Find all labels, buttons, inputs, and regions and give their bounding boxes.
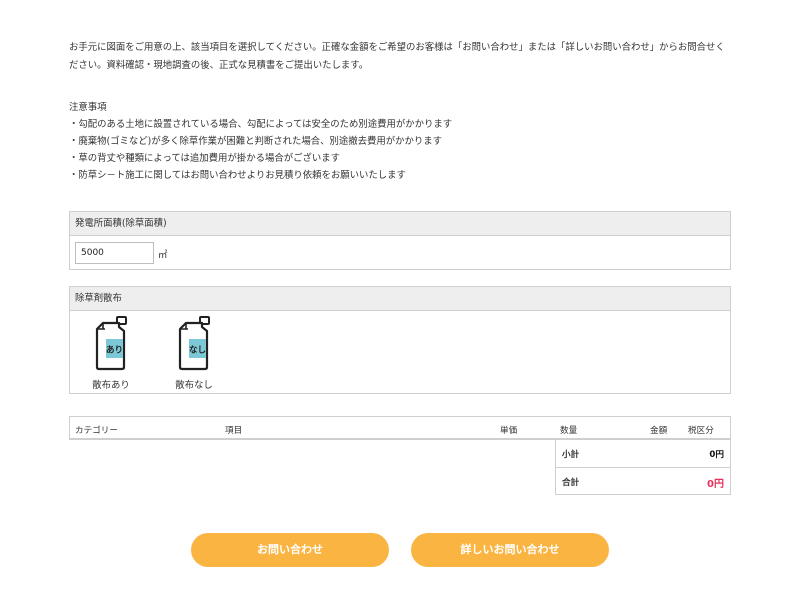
herbicide-options: あり 散布あり なし 散布なし — [70, 311, 730, 393]
herbicide-bottle-icon: なし — [178, 316, 210, 371]
herbicide-label: 除草剤散布 — [70, 287, 730, 311]
note-item: ・草の背丈や種類によっては追加費用が掛かる場合がございます — [69, 153, 340, 164]
totals-box: 小計 0円 合計 0円 — [555, 440, 731, 495]
herbicide-option-yes-label: 散布あり — [92, 380, 130, 391]
total-label: 合計 — [562, 478, 580, 488]
header-category: カテゴリー — [75, 426, 118, 436]
subtotal-label: 小計 — [562, 450, 580, 460]
estimate-table: カテゴリー 項目 単価 数量 金額 税区分 小計 0円 合計 0円 — [69, 416, 731, 495]
area-unit: ㎡ — [158, 250, 168, 261]
note-item: ・防草シ－ト施工に関してはお問い合わせよりお見積り依頼をお願いいたします — [69, 170, 406, 181]
header-item: 項目 — [225, 426, 243, 436]
intro-text: お手元に図面をご用意の上、該当項目を選択してください。正確な金額をご希望のお客様… — [69, 42, 725, 71]
note-item: ・廃棄物(ゴミなど)が多く除草作業が困難と判断された場合、別途撤去費用がかかりま… — [69, 136, 442, 147]
herbicide-option-no[interactable]: なし 散布なし — [165, 315, 223, 391]
subtotal-row: 小計 0円 — [556, 440, 730, 467]
header-amount: 金額 — [650, 426, 668, 436]
contact-button[interactable]: お問い合わせ — [191, 533, 389, 567]
herbicide-panel: 除草剤散布 あり 散布あり なし 散布なし — [69, 286, 731, 394]
subtotal-value: 0円 — [709, 450, 724, 460]
header-tax: 税区分 — [688, 426, 714, 436]
bottle-label-text: なし — [189, 346, 206, 356]
area-body: ㎡ — [70, 236, 730, 269]
notes-section: 注意事項 ・勾配のある土地に設置されている場合、勾配によっては安全のため別途費用… — [69, 99, 733, 184]
total-row: 合計 0円 — [556, 467, 730, 494]
bottle-label-text: あり — [106, 346, 123, 356]
header-unit-price: 単価 — [500, 426, 518, 436]
area-panel: 発電所面積(除草面積) ㎡ — [69, 211, 731, 270]
herbicide-option-no-label: 散布なし — [175, 380, 213, 391]
estimate-header-row: カテゴリー 項目 単価 数量 金額 税区分 — [69, 416, 731, 440]
header-quantity: 数量 — [560, 426, 578, 436]
herbicide-option-yes[interactable]: あり 散布あり — [82, 315, 140, 391]
herbicide-bottle-icon: あり — [95, 316, 127, 371]
notes-title: 注意事項 — [69, 102, 107, 113]
area-input[interactable] — [75, 242, 154, 264]
detail-contact-button[interactable]: 詳しいお問い合わせ — [411, 533, 609, 567]
area-label: 発電所面積(除草面積) — [70, 212, 730, 236]
note-item: ・勾配のある土地に設置されている場合、勾配によっては安全のため別途費用がかかりま… — [69, 119, 453, 130]
total-value: 0円 — [707, 479, 724, 490]
